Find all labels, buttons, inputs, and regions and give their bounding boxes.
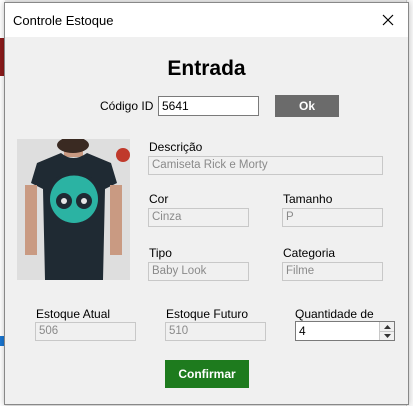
controle-estoque-dialog: Controle Estoque Entrada Código ID 5641 … (4, 2, 409, 405)
categoria-field: Filme (282, 262, 383, 281)
descricao-field: Camiseta Rick e Morty (148, 156, 383, 175)
estoque-atual-label: Estoque Atual (36, 307, 111, 321)
tipo-field: Baby Look (148, 262, 249, 281)
title-bar: Controle Estoque (5, 3, 408, 37)
descricao-label: Descrição (149, 140, 203, 154)
chevron-up-icon (383, 324, 391, 329)
estoque-atual-field: 506 (35, 322, 136, 341)
codigo-label: Código ID (100, 99, 154, 113)
page-title: Entrada (167, 57, 246, 80)
tipo-label: Tipo (149, 246, 172, 260)
cor-label: Cor (149, 192, 169, 206)
close-icon (382, 14, 394, 26)
tamanho-label: Tamanho (283, 192, 333, 206)
quantidade-entrada-stepper[interactable]: 4 (295, 321, 395, 341)
stepper-buttons (379, 322, 394, 340)
close-button[interactable] (368, 3, 408, 37)
window-title: Controle Estoque (13, 13, 114, 28)
categoria-label: Categoria (283, 246, 336, 260)
cor-field: Cinza (148, 208, 249, 227)
ok-button[interactable]: Ok (275, 95, 339, 117)
stepper-down-button[interactable] (380, 331, 394, 340)
estoque-futuro-label: Estoque Futuro (166, 307, 249, 321)
codigo-input[interactable]: 5641 (158, 96, 259, 116)
product-image (17, 137, 130, 280)
confirm-button[interactable]: Confirmar (165, 360, 249, 388)
chevron-down-icon (383, 333, 391, 338)
tshirt-image (17, 137, 130, 280)
estoque-futuro-field: 510 (165, 322, 266, 341)
tamanho-field: P (282, 208, 383, 227)
quantidade-entrada-value[interactable]: 4 (299, 324, 306, 338)
